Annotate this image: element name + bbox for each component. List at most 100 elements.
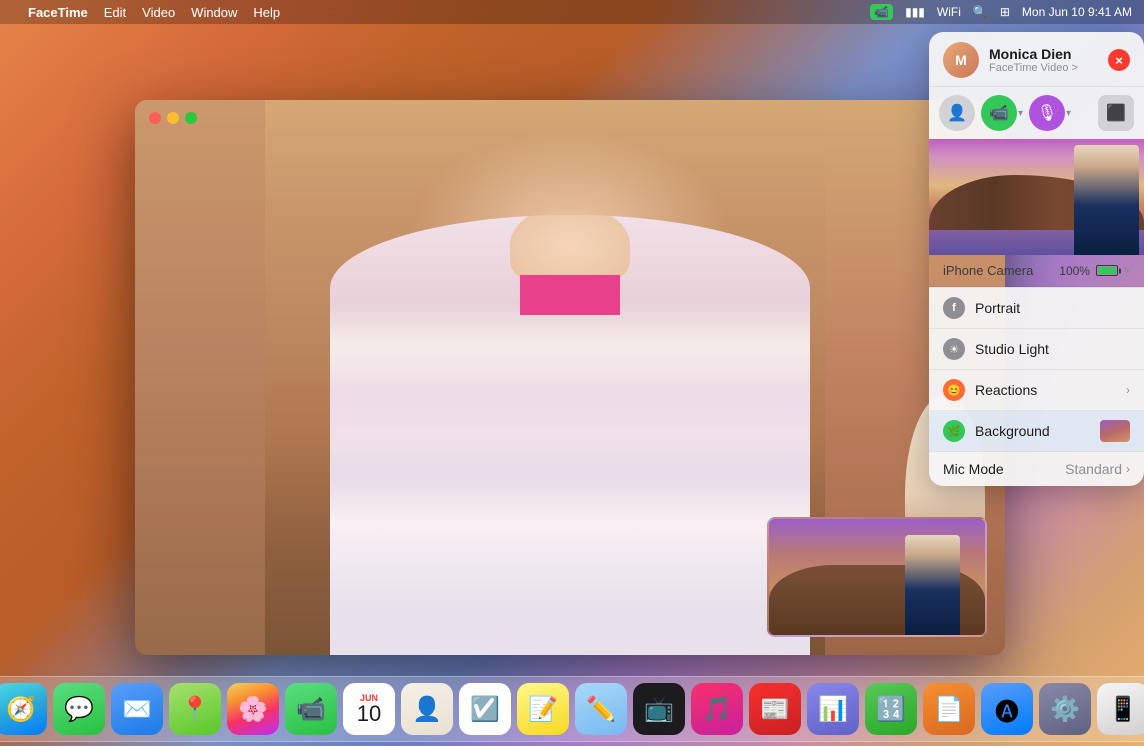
dock-app-notes[interactable]: 📝 [517,683,569,735]
dock-app-news[interactable]: 📰 [749,683,801,735]
battery-fill [1098,267,1116,274]
curtain-left [135,100,265,655]
dock: 🙂 ⊞ 🧭 💬 ✉️ 📍 🌸 📹 JUN 10 👤 ☑️ 📝 [0,676,1144,742]
dock-app-keynote[interactable]: 📊 [807,683,859,735]
person-button[interactable]: 👤 [939,95,975,131]
mic-mode-chevron-icon: › [1126,462,1130,476]
expand-button[interactable]: ▾ [1124,264,1130,278]
background-label: Background [975,423,1090,439]
studio-light-icon: ☀ [943,338,965,360]
calendar-day: 10 [357,703,381,725]
battery-bar [1096,265,1118,276]
close-call-button[interactable]: × [1108,49,1130,71]
minimize-window-button[interactable] [167,112,179,124]
dock-app-appletv[interactable]: 📺 [633,683,685,735]
menu-video[interactable]: Video [142,5,175,20]
dock-app-numbers[interactable]: 🔢 [865,683,917,735]
mic-chevron-icon: ▾ [1066,108,1071,119]
reactions-label: Reactions [975,382,1116,398]
studio-light-menu-item[interactable]: ☀ Studio Light [929,329,1144,370]
self-view-person [905,535,960,635]
preview-person [1074,145,1139,255]
portrait-icon: f [943,297,965,319]
dock-app-system-preferences[interactable]: ⚙️ [1039,683,1091,735]
studio-light-label: Studio Light [975,341,1130,357]
maps-icon: 📍 [180,695,210,724]
close-window-button[interactable] [149,112,161,124]
battery-percent: 100% [1059,264,1090,278]
facetime-recording-icon: 📹 [870,4,893,20]
portrait-menu-item[interactable]: f Portrait [929,288,1144,329]
dock-app-facetime[interactable]: 📹 [285,683,337,735]
mic-mode-label: Mic Mode [943,461,1065,477]
video-preview [929,139,1144,255]
dock-app-photos[interactable]: 🌸 [227,683,279,735]
dock-app-pages[interactable]: 📄 [923,683,975,735]
mic-mode-row[interactable]: Mic Mode Standard › [929,451,1144,486]
caller-name: Monica Dien [989,46,1098,62]
safari-icon: 🧭 [6,695,36,724]
photos-icon: 🌸 [238,695,268,724]
fullscreen-window-button[interactable] [185,112,197,124]
video-chevron-icon: ▾ [1018,108,1023,119]
video-icon: 📹 [981,95,1017,131]
system-prefs-icon: ⚙️ [1050,695,1080,724]
call-header: M Monica Dien FaceTime Video > × [929,32,1144,86]
dock-app-messages[interactable]: 💬 [53,683,105,735]
call-controls: 👤 📹 ▾ 🎙 ▾ ⬛ [929,86,1144,139]
reactions-menu-item[interactable]: 😊 Reactions › [929,370,1144,411]
self-view-pip[interactable] [767,517,987,637]
camera-label: iPhone Camera [943,263,1033,278]
video-button[interactable]: 📹 ▾ [981,95,1023,131]
menubar-app-name[interactable]: FaceTime [28,5,88,20]
contacts-icon: 👤 [412,695,442,724]
menu-edit[interactable]: Edit [104,5,126,20]
dock-app-appstore[interactable]: 🅐 [981,683,1033,735]
person-icon: 👤 [939,95,975,131]
dock-app-mail[interactable]: ✉️ [111,683,163,735]
wifi-icon: WiFi [937,5,961,19]
facetime-icon: 📹 [296,695,326,724]
mic-button[interactable]: 🎙 ▾ [1029,95,1071,131]
dock-app-iphone-mirror[interactable]: 📱 [1097,683,1144,735]
search-icon[interactable]: 🔍 [973,5,988,19]
control-center-icon[interactable]: ⊞ [1000,5,1010,19]
menu-window[interactable]: Window [191,5,237,20]
camera-header: iPhone Camera 100% ▾ [929,255,1144,287]
reminders-icon: ☑️ [470,695,500,724]
mail-icon: ✉️ [122,695,152,724]
caller-info: Monica Dien FaceTime Video > [989,46,1098,74]
notes-icon: 📝 [528,695,558,724]
menubar-time: Mon Jun 10 9:41 AM [1022,5,1132,19]
music-icon: 🎵 [702,695,732,724]
pages-icon: 📄 [934,695,964,724]
dock-app-maps[interactable]: 📍 [169,683,221,735]
appstore-icon: 🅐 [995,692,1019,727]
screen-share-button[interactable]: ⬛ [1098,95,1134,131]
dock-app-contacts[interactable]: 👤 [401,683,453,735]
facetime-window [135,100,1005,655]
mic-mode-value: Standard [1065,461,1122,477]
portrait-label: Portrait [975,300,1130,316]
dock-app-reminders[interactable]: ☑️ [459,683,511,735]
messages-icon: 💬 [64,695,94,724]
control-panel: M Monica Dien FaceTime Video > × 👤 📹 ▾ 🎙… [929,32,1144,486]
background-menu-item[interactable]: 🌿 Background [929,411,1144,451]
panel-container: M Monica Dien FaceTime Video > × 👤 📹 ▾ 🎙… [929,32,1144,486]
dock-app-safari[interactable]: 🧭 [0,683,47,735]
dock-app-freeform[interactable]: ✏️ [575,683,627,735]
appletv-icon: 📺 [644,695,674,724]
caller-avatar: M [943,42,979,78]
menu-help[interactable]: Help [253,5,280,20]
menubar-left: FaceTime Edit Video Window Help [12,5,280,20]
caller-subtitle: FaceTime Video > [989,62,1098,74]
turtleneck [520,275,620,315]
iphone-mirror-icon: 📱 [1108,695,1138,724]
calendar-content: JUN 10 [343,683,395,735]
camera-right-controls: 100% ▾ [1059,264,1130,278]
dock-app-music[interactable]: 🎵 [691,683,743,735]
numbers-icon: 🔢 [876,695,906,724]
reactions-icon: 😊 [943,379,965,401]
dock-app-calendar[interactable]: JUN 10 [343,683,395,735]
battery-icon: ▮▮▮ [905,5,925,19]
